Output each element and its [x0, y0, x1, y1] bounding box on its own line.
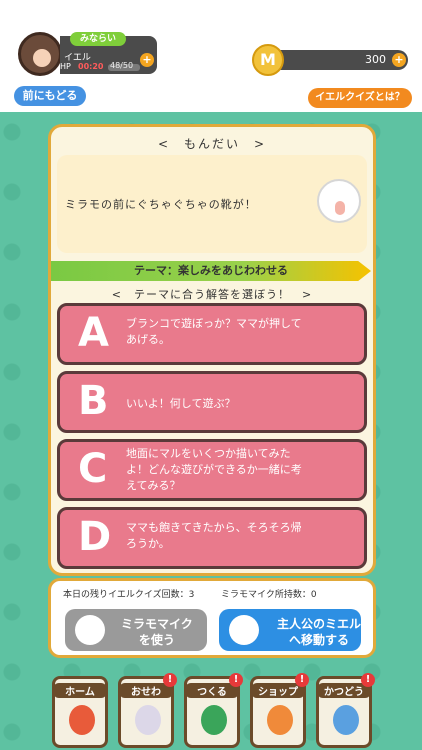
answer-text: いいよ！何して遊ぶ？	[126, 397, 236, 410]
nav-make[interactable]: つくる !	[184, 673, 243, 748]
instruction-text: < テーマに合う解答を選ぼう！ >	[111, 288, 313, 301]
mic-button-line2: を使う	[138, 633, 175, 647]
back-button[interactable]: 前にもどる	[14, 86, 86, 106]
nav-care[interactable]: おせわ !	[118, 673, 177, 748]
quiz-panel: < もんだい > ミラモの前にぐちゃぐちゃの靴が！ テーマ：楽しみをあじわわせる…	[48, 124, 376, 576]
question-heading: < もんだい >	[157, 137, 267, 151]
answer-text: ブランコで遊ぼっか？ママが押して あげる。	[126, 317, 302, 346]
move-to-hero-button[interactable]: 主人公のミエル へ移動する	[219, 609, 361, 651]
question-text: ミラモの前にぐちゃぐちゃの靴が！	[65, 198, 257, 211]
coin-plus-button[interactable]: +	[392, 53, 406, 67]
use-mic-button[interactable]: ミラモマイク を使う	[65, 609, 207, 651]
answer-text: ママも飽きてきたから、そろそろ帰 ろうか。	[126, 521, 302, 550]
answer-b-button[interactable]: B いいよ！何して遊ぶ？	[57, 371, 367, 433]
answer-a-button[interactable]: A ブランコで遊ぼっか？ママが押して あげる。	[57, 303, 367, 365]
nav-label: ホーム	[53, 683, 107, 698]
ghost-icon	[135, 705, 161, 735]
alert-badge: !	[229, 673, 243, 687]
answer-d-button[interactable]: D ママも飽きてきたから、そろそろ帰 ろうか。	[57, 507, 367, 569]
alert-badge: !	[361, 673, 375, 687]
leaf-icon	[201, 705, 227, 735]
cup-icon	[333, 705, 359, 735]
alert-badge: !	[163, 673, 177, 687]
theme-banner: テーマ：楽しみをあじわわせる	[51, 261, 371, 281]
nav-home[interactable]: ホーム	[52, 676, 108, 748]
move-button-line2: へ移動する	[288, 633, 349, 647]
microphone-icon	[75, 615, 105, 645]
handshake-icon	[229, 615, 259, 645]
move-button-line1: 主人公のミエル	[277, 617, 362, 631]
coin-icon: M	[252, 44, 284, 76]
hp-value: 48/50	[110, 61, 134, 70]
answer-letter: B	[78, 378, 109, 424]
answer-c-button[interactable]: C 地面にマルをいくつか描いてみた よ！どんな遊びができるか一緒に考 えてみる？	[57, 439, 367, 501]
character-icon	[317, 179, 361, 223]
hp-label: HP	[60, 62, 71, 71]
answer-letter: D	[78, 514, 112, 560]
question-box: ミラモの前にぐちゃぐちゃの靴が！	[57, 155, 367, 253]
owned-count: ミラモマイク所持数：0	[221, 590, 317, 600]
nav-activity[interactable]: かつどう !	[316, 673, 375, 748]
quiz-footer: 本日の残りイエルクイズ回数：3 ミラモマイク所持数：0 ミラモマイク を使う 主…	[48, 578, 376, 658]
house-icon	[69, 705, 95, 735]
answer-letter: A	[78, 310, 109, 356]
mic-button-line1: ミラモマイク	[121, 617, 193, 631]
about-quiz-button[interactable]: イエルクイズとは？	[308, 88, 412, 108]
hp-timer: 00:20	[78, 62, 104, 71]
bottom-nav: ホーム おせわ ! つくる ! ショップ ! かつどう !	[0, 673, 422, 750]
nav-shop[interactable]: ショップ !	[250, 673, 309, 748]
alert-badge: !	[295, 673, 309, 687]
remaining-count: 本日の残りイエルクイズ回数：3	[63, 590, 195, 600]
hp-plus-button[interactable]: +	[140, 53, 154, 67]
rank-badge: みならい	[70, 32, 126, 46]
answer-text: 地面にマルをいくつか描いてみた よ！どんな遊びができるか一緒に考 えてみる？	[126, 447, 302, 492]
answer-letter: C	[78, 446, 108, 492]
store-icon	[267, 705, 293, 735]
avatar[interactable]	[18, 32, 62, 76]
coin-amount: 300	[365, 53, 386, 66]
